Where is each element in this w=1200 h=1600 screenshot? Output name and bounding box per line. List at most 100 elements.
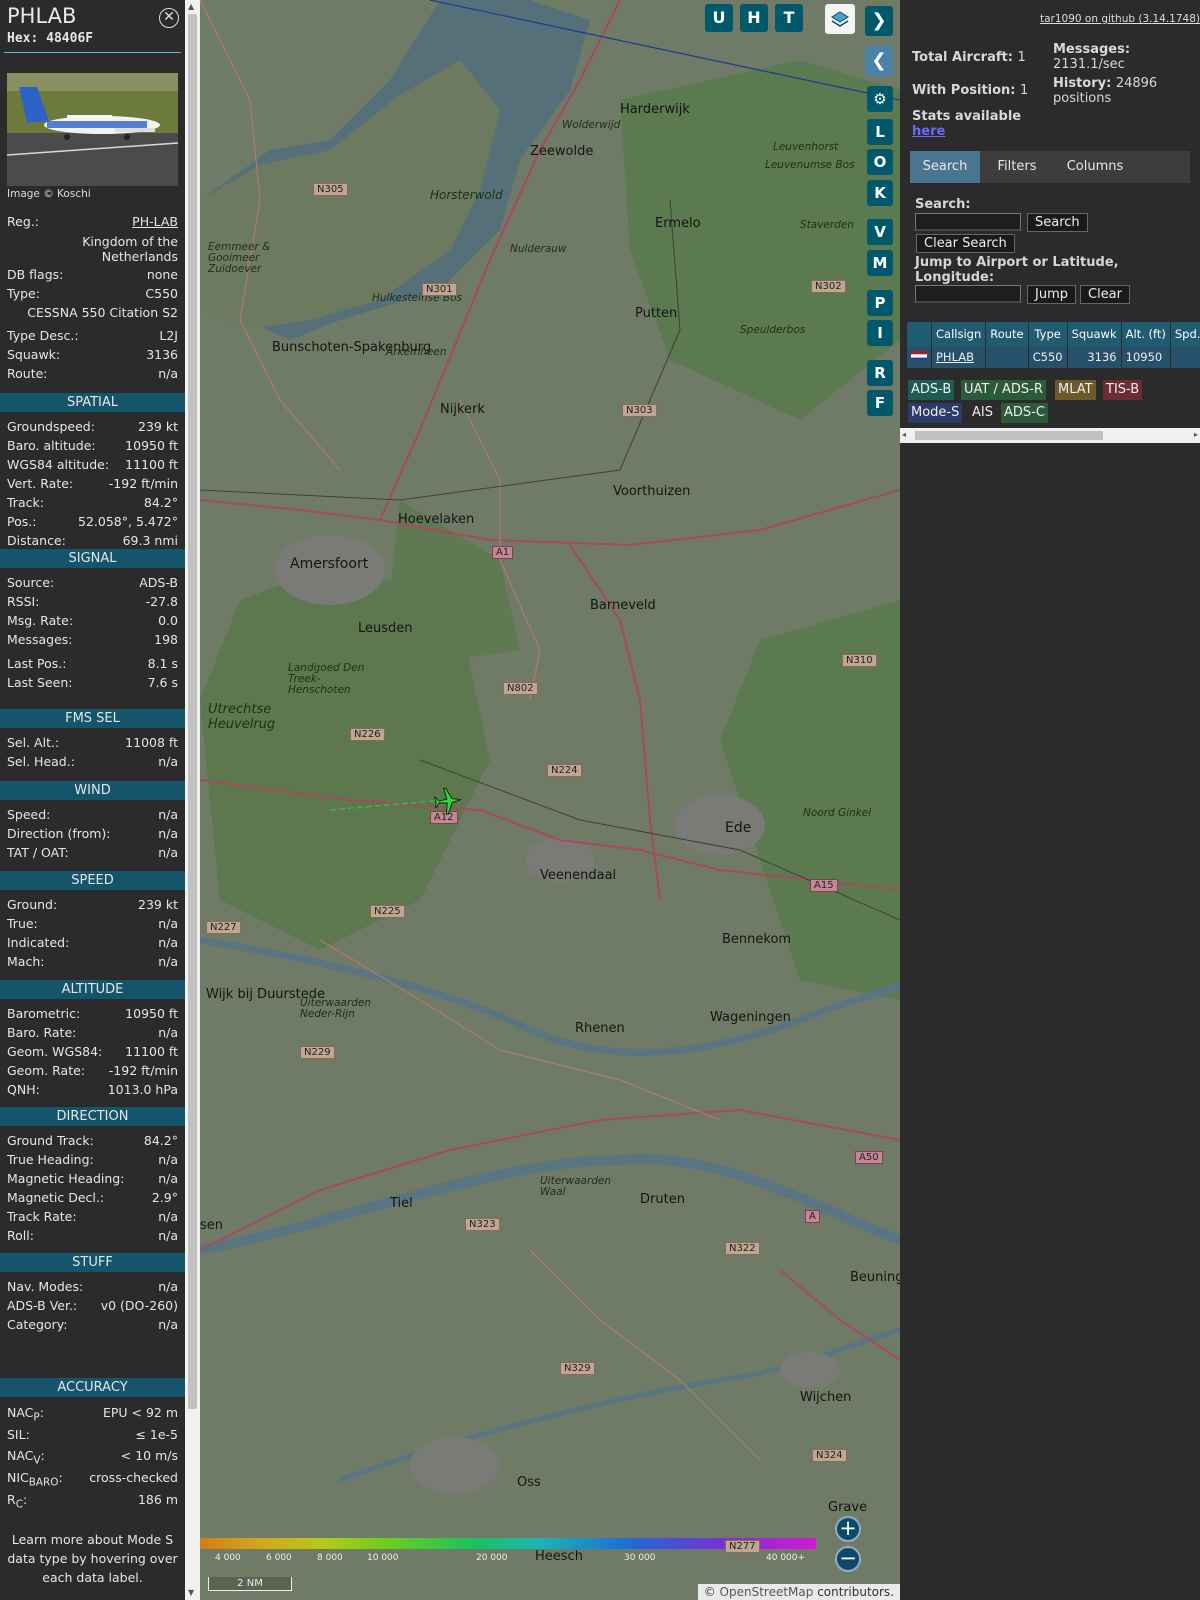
map-place-label: Voorthuizen — [613, 484, 691, 499]
info-value: 84.2° — [143, 1133, 178, 1148]
map-button-r[interactable]: R — [867, 360, 893, 386]
col-squawk[interactable]: Squawk — [1067, 322, 1122, 346]
info-value: n/a — [158, 1152, 178, 1167]
road-shield: N227 — [206, 921, 241, 934]
tab-columns[interactable]: Columns — [1054, 151, 1136, 183]
tab-filters[interactable]: Filters — [982, 151, 1052, 183]
aircraft-photo[interactable] — [7, 73, 178, 186]
info-label: Baro. Rate: — [7, 1025, 77, 1040]
scroll-right-arrow[interactable]: ▸ — [1194, 430, 1198, 439]
map-button-m[interactable]: M — [867, 250, 893, 276]
jump-input[interactable] — [915, 285, 1021, 303]
toggle-button-u[interactable]: U — [705, 4, 733, 32]
accuracy-nicbaro: NICBARO: cross-checked — [7, 1470, 178, 1489]
col-type[interactable]: Type — [1028, 322, 1068, 346]
col-altitude[interactable]: Alt. (ft) — [1121, 322, 1171, 346]
scroll-up-arrow[interactable]: ▲ — [188, 2, 194, 11]
zoom-in-icon[interactable]: + — [835, 1516, 861, 1542]
altitude-tick-label: 8 000 — [317, 1553, 343, 1563]
info-label: Messages: — [7, 632, 73, 647]
info-row: Speed: n/a — [7, 807, 178, 825]
tab-search[interactable]: Search — [910, 151, 980, 183]
map-view[interactable]: Harderwijk Zeewolde Horsterwold Ermelo Putte… — [200, 0, 900, 1600]
jump-button[interactable]: Jump — [1027, 285, 1076, 304]
info-label: Geom. Rate: — [7, 1063, 86, 1078]
section-header-accuracy: ACCURACY — [0, 1378, 185, 1397]
info-label: Vert. Rate: — [7, 476, 74, 491]
accuracy-sil: SIL: ≤ 1e-5 — [7, 1427, 178, 1442]
info-value: n/a — [158, 935, 178, 950]
aircraft-hex: Hex: 48406F — [7, 31, 94, 46]
col-callsign[interactable]: Callsign — [931, 322, 987, 346]
road-shield: N303 — [622, 404, 657, 417]
stats-here-link[interactable]: here — [912, 124, 945, 139]
scrollbar-thumb[interactable] — [188, 14, 197, 1409]
map-place-label: Eemmeer & Gooimeer Zuidoever — [208, 241, 271, 275]
github-link[interactable]: tar1090 on github (3.14.1748) — [1040, 13, 1200, 25]
info-row: Ground: 239 kt — [7, 897, 178, 915]
info-row: Last Pos.: 8.1 s — [7, 656, 178, 674]
scroll-left-arrow[interactable]: ◂ — [902, 430, 906, 439]
map-place-label: Utrechtse Heuvelrug — [208, 702, 276, 732]
close-icon[interactable]: ✕ — [159, 8, 179, 28]
osm-link[interactable]: OpenStreetMap — [720, 1585, 814, 1599]
scroll-down-arrow[interactable]: ▼ — [188, 1588, 194, 1597]
map-button-f[interactable]: F — [867, 390, 893, 416]
registration-link[interactable]: PH-LAB — [132, 214, 178, 232]
search-label: Search: — [915, 197, 971, 212]
image-credit: Image © Koschi — [7, 188, 91, 200]
accuracy-rc: RC: 186 m — [7, 1492, 178, 1511]
info-row: Barometric: 10950 ft — [7, 1006, 178, 1024]
aircraft-marker-icon[interactable] — [433, 786, 463, 816]
section-header-spatial: SPATIAL — [0, 393, 185, 412]
stat-messages: Messages: 2131.1/sec — [1053, 42, 1131, 72]
tab-bar: Search Filters Columns — [910, 151, 1190, 183]
info-label: Sel. Alt.: — [7, 735, 60, 750]
search-button[interactable]: Search — [1027, 213, 1088, 232]
map-attribution: © OpenStreetMap contributors. — [697, 1584, 900, 1600]
left-panel-scrollbar[interactable]: ▲ ▼ — [185, 0, 200, 1600]
map-place-label: Heesch — [535, 1549, 583, 1564]
map-place-label: Harderwijk — [620, 102, 690, 117]
legend-tis-b: TIS-B — [1103, 380, 1143, 400]
toggle-button-h[interactable]: H — [740, 4, 768, 32]
map-button-p[interactable]: P — [867, 290, 893, 316]
toggle-button-t[interactable]: T — [775, 4, 803, 32]
clear-search-button[interactable]: Clear Search — [916, 234, 1015, 253]
clear-button[interactable]: Clear — [1080, 285, 1130, 304]
map-button-l[interactable]: L — [867, 119, 893, 145]
map-button-v[interactable]: V — [867, 219, 893, 245]
scrollbar-thumb[interactable] — [915, 431, 1103, 440]
section-header-direction: DIRECTION — [0, 1107, 185, 1126]
chevron-left-icon[interactable]: ❮ — [865, 46, 893, 76]
map-place-label: Beuninge — [850, 1270, 900, 1285]
accuracy-nacv: NACV: < 10 m/s — [7, 1448, 178, 1467]
info-row: QNH: 1013.0 hPa — [7, 1082, 178, 1100]
info-value: -192 ft/min — [108, 1063, 178, 1078]
search-input[interactable] — [915, 213, 1021, 231]
layers-icon[interactable] — [825, 4, 855, 34]
zoom-out-icon[interactable]: − — [835, 1546, 861, 1572]
chevron-right-icon[interactable]: ❯ — [865, 6, 893, 36]
altitude-tick-label: 30 000 — [624, 1553, 656, 1563]
info-row: Baro. Rate: n/a — [7, 1025, 178, 1043]
map-button-o[interactable]: O — [867, 149, 893, 175]
altitude-tick-label: 4 000 — [215, 1553, 241, 1563]
info-label: RSSI: — [7, 594, 40, 609]
map-place-label: Nulderauw — [510, 243, 567, 255]
map-place-label: Landgoed Den Treek-Henschoten — [288, 662, 365, 696]
map-button-i[interactable]: I — [867, 320, 893, 346]
info-value: 11100 ft — [125, 1044, 178, 1059]
info-label: QNH: — [7, 1082, 40, 1097]
table-horizontal-scrollbar[interactable]: ◂ ▸ — [900, 428, 1200, 443]
col-speed[interactable]: Spd. — [1170, 322, 1200, 346]
map-button-k[interactable]: K — [867, 180, 893, 206]
aircraft-info-panel: PHLAB Hex: 48406F ✕ Image © Koschi Reg.:… — [0, 0, 185, 1600]
settings-gear-icon[interactable]: ⚙ — [867, 86, 893, 112]
legend-uat-ads-r: UAT / ADS-R — [961, 380, 1046, 400]
legend-mlat: MLAT — [1055, 380, 1096, 400]
table-row[interactable]: PHLAB C550 3136 10950 — [907, 346, 1200, 368]
cell-callsign[interactable]: PHLAB — [931, 346, 987, 368]
info-value: -192 ft/min — [108, 476, 178, 491]
col-route[interactable]: Route — [985, 322, 1029, 346]
